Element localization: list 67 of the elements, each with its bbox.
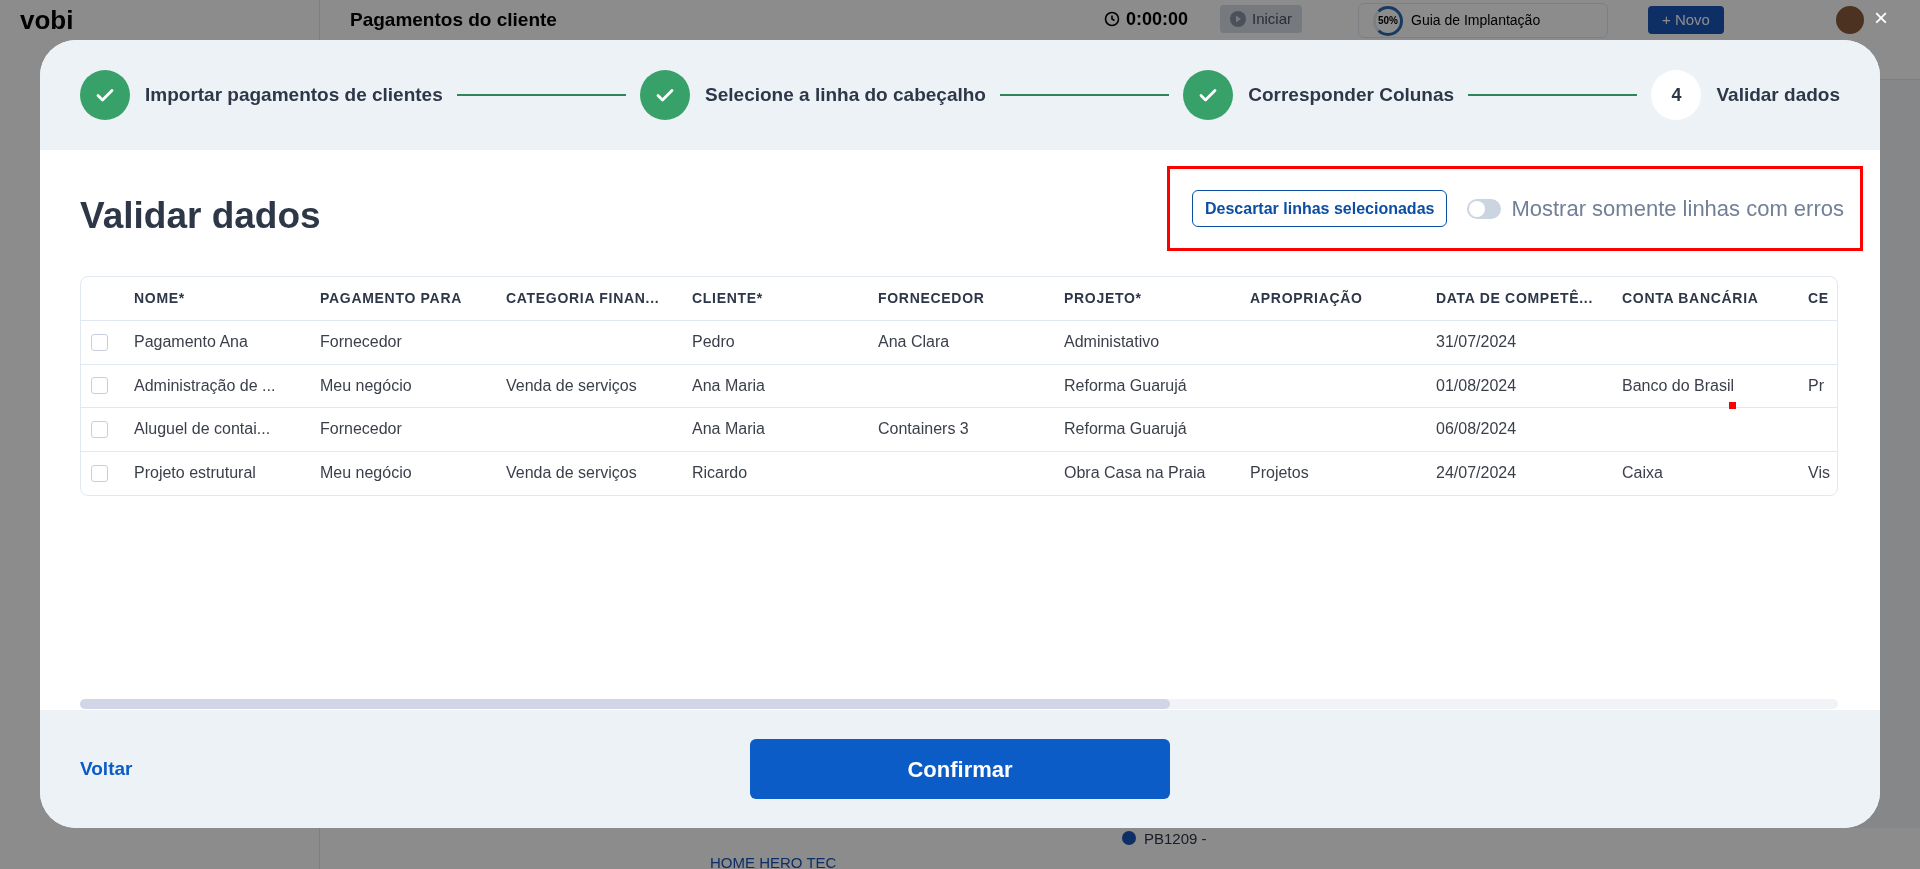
- step-label: Importar pagamentos de clientes: [145, 82, 443, 107]
- step-label: Corresponder Colunas: [1248, 82, 1455, 107]
- scrollbar[interactable]: [80, 699, 1838, 709]
- row-checkbox[interactable]: [91, 333, 108, 351]
- table-cell-text: Meu negócio: [320, 463, 413, 484]
- table-cell-text: 24/07/2024: [1436, 463, 1518, 484]
- table-cell-text: Meu negócio: [320, 375, 413, 396]
- column-header[interactable]: APROPRIAÇÃO: [1250, 288, 1436, 309]
- guide-label: Guia de Implantação: [1411, 11, 1541, 30]
- table-cell-text: Pr: [1808, 375, 1825, 396]
- table-cell-text: Venda de serviços: [506, 463, 638, 484]
- step-label: Selecione a linha do cabeçalho: [705, 82, 986, 107]
- column-header[interactable]: CONTA BANCÁRIA: [1622, 288, 1808, 309]
- table-cell-text: 31/07/2024: [1436, 332, 1518, 353]
- guide-card[interactable]: 50% Guia de Implantação: [1358, 3, 1608, 38]
- page-title: Pagamentos do cliente: [350, 10, 557, 29]
- row-checkbox[interactable]: [91, 464, 108, 482]
- table-cell-text: 01/08/2024: [1436, 375, 1518, 396]
- column-header[interactable]: FORNECEDOR: [878, 288, 1064, 309]
- column-header[interactable]: NOME*: [134, 288, 320, 309]
- clock-icon: [1104, 11, 1120, 27]
- column-header[interactable]: DATA DE COMPETÊ...: [1436, 288, 1622, 309]
- row-checkbox[interactable]: [91, 377, 108, 395]
- scrollbar-thumb[interactable]: [80, 699, 1170, 709]
- table-cell-text: Projeto estrutural: [134, 463, 257, 484]
- table-cell-text: Ana Maria: [692, 375, 766, 396]
- play-icon: [1230, 11, 1246, 27]
- row-code: PB1209 -: [1144, 829, 1207, 849]
- table-cell-text: Venda de serviços: [506, 375, 638, 396]
- table-cell-text: Pedro: [692, 332, 736, 353]
- table-cell-text: Projetos: [1250, 463, 1310, 484]
- table-cell-text: Ricardo: [692, 463, 749, 484]
- table-cell-text: Vis: [1808, 463, 1831, 484]
- back-link[interactable]: Voltar: [80, 757, 133, 779]
- table-cell-text: Caixa: [1622, 463, 1664, 484]
- step-number: 4: [1651, 70, 1702, 120]
- table-cell-text: Obra Casa na Praia: [1064, 463, 1207, 484]
- table-cell-text: Pagamento Ana: [134, 332, 249, 353]
- table-cell-text: 06/08/2024: [1436, 419, 1518, 440]
- row-checkbox[interactable]: [91, 420, 108, 438]
- table-cell-text: Reforma Guarujá: [1064, 375, 1188, 396]
- column-header[interactable]: CATEGORIA FINAN...: [506, 288, 692, 309]
- timer: 0:00:00: [1126, 10, 1189, 28]
- confirm-button[interactable]: Confirmar: [750, 739, 1170, 799]
- discard-button[interactable]: Descartar linhas selecionadas: [1192, 190, 1448, 227]
- logo: vobi: [20, 7, 74, 33]
- table-cell-text: Banco do Brasil: [1622, 375, 1736, 396]
- column-header[interactable]: PROJETO*: [1064, 288, 1250, 309]
- toggle-switch[interactable]: [1467, 198, 1502, 219]
- column-header[interactable]: PAGAMENTO PARA: [320, 288, 506, 309]
- table-cell-text: Fornecedor: [320, 332, 403, 353]
- table-cell-text: Ana Clara: [878, 332, 951, 353]
- client-link[interactable]: HOME HERO TEC: [710, 852, 837, 869]
- table-cell-text: Ana Maria: [692, 419, 766, 440]
- column-header[interactable]: CE: [1808, 288, 1837, 309]
- table-cell-text: Aluguel de contai...: [134, 419, 272, 440]
- table-cell-text: Administativo: [1064, 332, 1161, 353]
- table-cell-text: Administração de ...: [134, 375, 277, 396]
- progress-ring: 50%: [1373, 5, 1403, 36]
- new-button[interactable]: + Novo: [1648, 6, 1724, 34]
- step-label: Validar dados: [1716, 82, 1840, 107]
- column-header[interactable]: CLIENTE*: [692, 288, 878, 309]
- table-cell-text: Containers 3: [878, 419, 970, 440]
- toggle-label: Mostrar somente linhas com erros: [1511, 195, 1844, 223]
- table-cell-text: Reforma Guarujá: [1064, 419, 1188, 440]
- table-cell-text: Fornecedor: [320, 419, 403, 440]
- page-heading: Validar dados: [80, 193, 321, 238]
